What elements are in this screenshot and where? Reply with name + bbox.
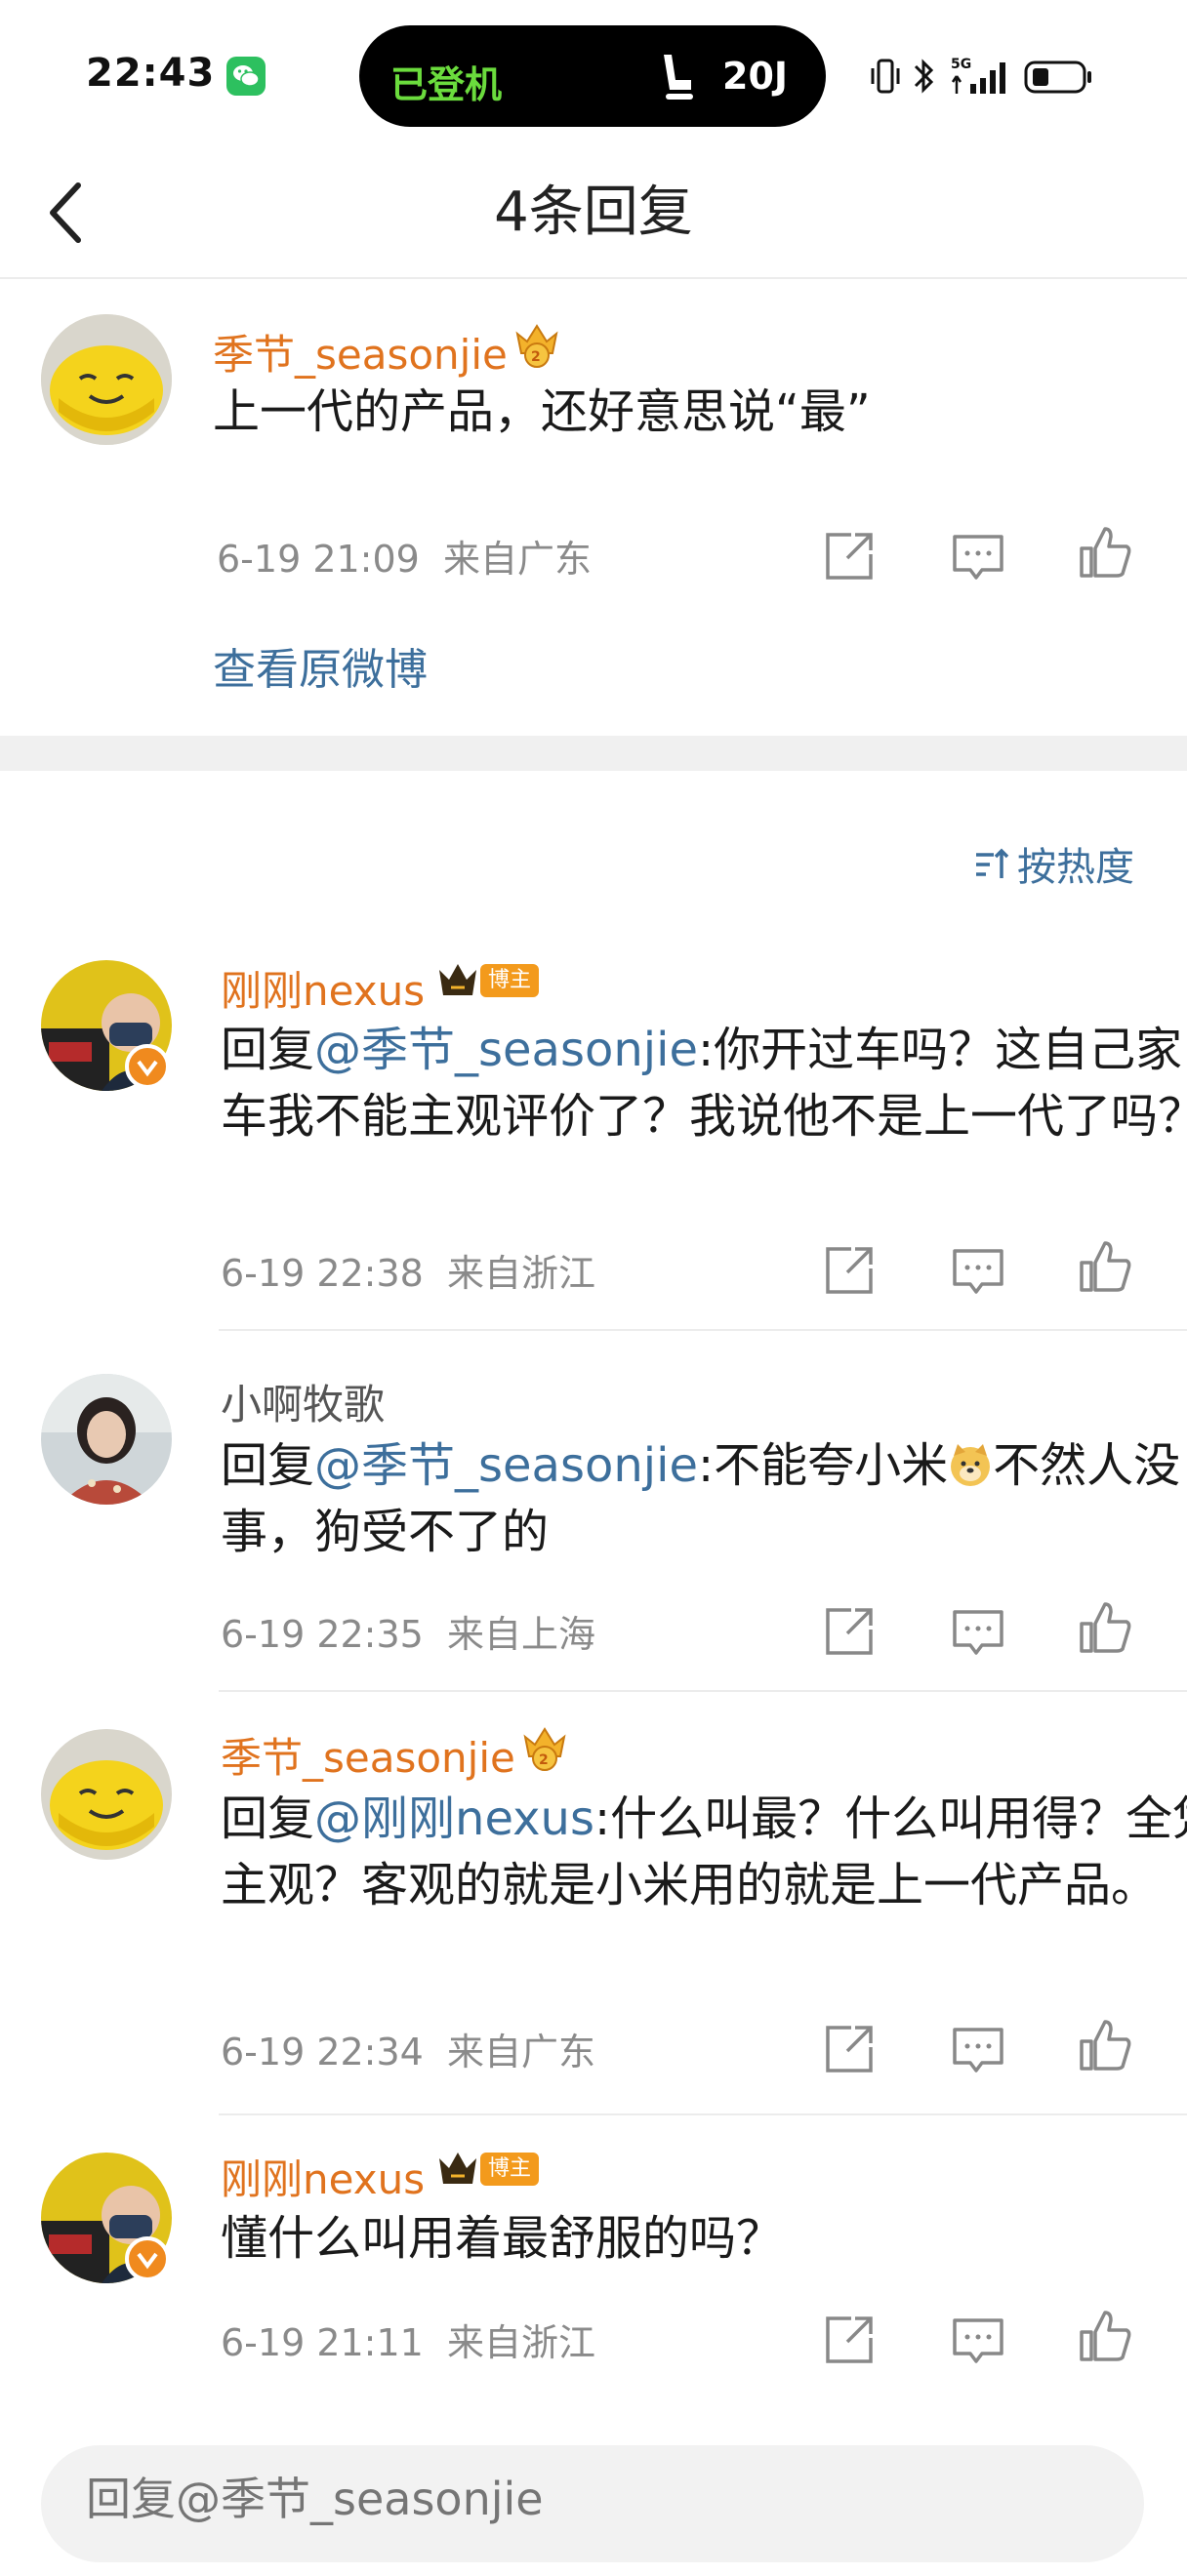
seat-number: 20J — [722, 55, 789, 98]
crown-icon — [439, 2153, 476, 2184]
avatar[interactable] — [41, 314, 172, 445]
boarding-status: 已登机 — [390, 63, 503, 106]
comment-icon[interactable] — [951, 2313, 1005, 2367]
comment-text: 懂什么叫用着最舒服的吗？ — [221, 2211, 784, 2266]
like-icon[interactable] — [1078, 2309, 1132, 2363]
crown-icon — [439, 964, 476, 995]
reply-prefix: 回复 — [221, 1023, 315, 1077]
comment-meta: 6-19 21:11 来自浙江 — [221, 2313, 595, 2366]
like-icon[interactable] — [1078, 2018, 1132, 2073]
mention-link[interactable]: @季节_seasonjie — [314, 1023, 698, 1077]
comment-text: 回复@季节_seasonjie:不能夸小米 不然人没事，狗受不了的 — [221, 1432, 1187, 1565]
reply-input[interactable] — [86, 2473, 1062, 2525]
sort-button[interactable]: 按热度 — [972, 835, 1134, 892]
blogger-badge: 博主 — [480, 2153, 540, 2186]
reply-bar[interactable] — [41, 2445, 1144, 2562]
comment-location: 来自浙江 — [447, 2321, 596, 2364]
svg-text:2: 2 — [531, 349, 541, 365]
view-original-link[interactable]: 查看原微博 — [213, 634, 428, 697]
share-icon[interactable] — [822, 1243, 877, 1298]
vibrate-icon — [871, 59, 900, 94]
reply-item: 刚刚nexus 博主 回复@季节_seasonjie:你开过车吗？这自己家车我不… — [0, 948, 1187, 1331]
crown-icon: 2 — [523, 1727, 566, 1771]
seat-icon — [664, 55, 693, 100]
bluetooth-icon — [914, 59, 934, 94]
battery-icon — [1024, 60, 1091, 94]
mention-link[interactable]: @刚刚nexus — [314, 1791, 594, 1846]
original-comment: 季节_seasonjie 2 上一代的产品，还好意思说“最” 6-19 21:0… — [0, 281, 1187, 736]
avatar[interactable] — [41, 1374, 172, 1505]
crown-icon: 2 — [515, 324, 558, 368]
username[interactable]: 刚刚nexus — [221, 2147, 425, 2206]
comment-meta: 6-19 21:09 来自广东 — [217, 529, 592, 583]
reply-prefix: 回复 — [221, 1438, 315, 1493]
comment-meta: 6-19 22:34 来自广东 — [221, 2022, 595, 2075]
comment-text: 回复@季节_seasonjie:你开过车吗？这自己家车我不能主观评价了？我说他不… — [221, 1017, 1187, 1149]
nav-bar: 4条回复 — [0, 146, 1187, 279]
signal-icon: 5G — [951, 57, 1005, 94]
comment-icon[interactable] — [951, 1604, 1005, 1659]
dynamic-island[interactable]: 已登机 20J — [359, 25, 826, 127]
network-type: 5G — [951, 57, 971, 72]
wechat-icon — [226, 57, 266, 96]
reply-item: 小啊牧歌 回复@季节_seasonjie:不能夸小米 不然人没事，狗受不了的 6-… — [0, 1331, 1187, 1692]
comment-icon[interactable] — [951, 2022, 1005, 2076]
sort-icon — [976, 848, 1009, 878]
comment-time: 6-19 22:35 — [221, 1613, 424, 1656]
verified-badge — [125, 1044, 170, 1089]
like-icon[interactable] — [1078, 525, 1132, 580]
username[interactable]: 季节_seasonjie — [213, 322, 508, 382]
doge-emoji-icon — [951, 1444, 991, 1486]
comment-text: 上一代的产品，还好意思说“最” — [213, 384, 871, 439]
username[interactable]: 季节_seasonjie — [221, 1725, 515, 1785]
comment-meta: 6-19 22:38 来自浙江 — [221, 1243, 595, 1297]
comment-time: 6-19 22:38 — [221, 1252, 424, 1295]
comment-location: 来自广东 — [443, 538, 593, 581]
reply-body: :不能夸小米 — [697, 1438, 949, 1493]
comment-time: 6-19 22:34 — [221, 2031, 424, 2073]
comment-icon[interactable] — [951, 1243, 1005, 1298]
page-title: 4条回复 — [494, 181, 693, 244]
share-icon[interactable] — [822, 1604, 877, 1659]
comment-location: 来自浙江 — [447, 1252, 596, 1295]
comment-meta: 6-19 22:35 来自上海 — [221, 1604, 595, 1658]
username[interactable]: 小啊牧歌 — [221, 1372, 385, 1431]
avatar[interactable] — [41, 1729, 172, 1860]
reply-prefix: 回复 — [221, 1791, 315, 1846]
comment-location: 来自广东 — [447, 2031, 596, 2073]
svg-text:2: 2 — [539, 1752, 549, 1768]
reply-item: 季节_seasonjie 2 回复@刚刚nexus:什么叫最？什么叫用得？全凭主… — [0, 1692, 1187, 2115]
status-bar: 22:43 已登机 20J 5G — [0, 0, 1187, 146]
comment-time: 6-19 21:11 — [221, 2321, 424, 2364]
comment-icon[interactable] — [951, 529, 1005, 584]
reply-item: 刚刚nexus 博主 懂什么叫用着最舒服的吗？ 6-19 21:11 来自浙江 — [0, 2115, 1187, 2408]
share-icon[interactable] — [822, 529, 877, 584]
mention-link[interactable]: @季节_seasonjie — [314, 1438, 698, 1493]
blogger-badge: 博主 — [480, 964, 540, 997]
comment-time: 6-19 21:09 — [217, 538, 420, 581]
like-icon[interactable] — [1078, 1600, 1132, 1655]
section-divider — [0, 736, 1187, 771]
like-icon[interactable] — [1078, 1239, 1132, 1294]
status-time: 22:43 — [86, 51, 216, 96]
username[interactable]: 刚刚nexus — [221, 958, 425, 1018]
sort-label: 按热度 — [1017, 845, 1134, 890]
share-icon[interactable] — [822, 2313, 877, 2367]
share-icon[interactable] — [822, 2022, 877, 2076]
verified-badge — [125, 2236, 170, 2281]
comment-location: 来自上海 — [447, 1613, 596, 1656]
comment-text: 回复@刚刚nexus:什么叫最？什么叫用得？全凭主观？客观的就是小米用的就是上一… — [221, 1786, 1187, 1918]
